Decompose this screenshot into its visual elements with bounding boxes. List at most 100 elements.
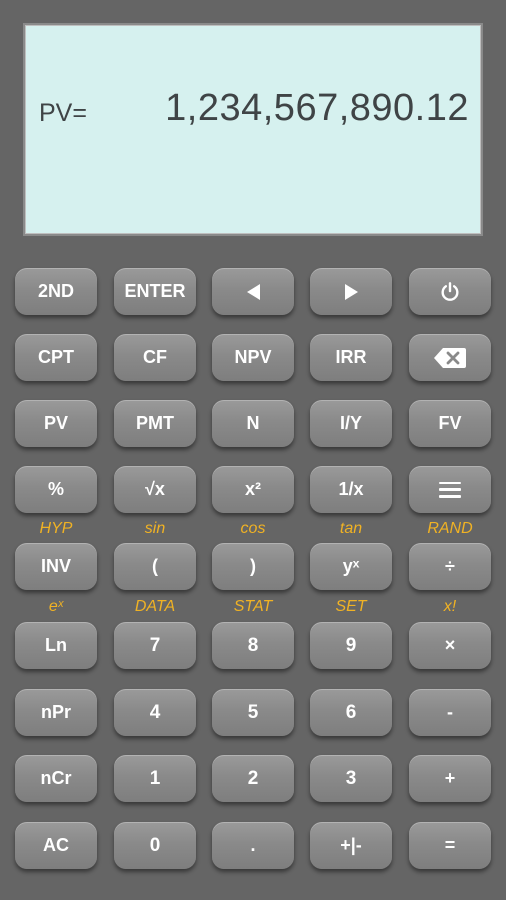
close-paren-key[interactable]: ): [212, 543, 294, 590]
digit-2-key-label: 2: [247, 767, 259, 789]
cf-key-label: CF: [143, 347, 167, 367]
percent-key-label: %: [47, 479, 64, 499]
digit-1-key[interactable]: 1: [114, 755, 196, 802]
digit-1-key-label: 1: [149, 767, 161, 789]
secondary-label-sin: sin: [144, 520, 166, 537]
display-register-label: PV=: [39, 99, 87, 127]
cursor-left-key[interactable]: [212, 268, 294, 315]
enter-key-label: ENTER: [124, 281, 186, 301]
all-clear-key-label: AC: [43, 835, 69, 855]
decimal-point-key[interactable]: .: [212, 822, 294, 869]
pv-key[interactable]: PV: [15, 400, 97, 447]
multiply-key[interactable]: ×: [409, 622, 491, 669]
open-paren-key-label: (: [152, 556, 158, 576]
secondary-label-stat: STAT: [233, 598, 273, 615]
2nd-key[interactable]: 2ND: [15, 268, 97, 315]
add-key-label: +: [444, 768, 456, 788]
digit-5-key[interactable]: 5: [212, 689, 294, 736]
secondary-label-cos: cos: [240, 520, 266, 537]
npv-key[interactable]: NPV: [212, 334, 294, 381]
divide-key-label: ÷: [445, 556, 455, 576]
digit-7-key[interactable]: 7: [114, 622, 196, 669]
power-y-x-key-label: yˣ: [342, 556, 360, 576]
iy-key[interactable]: I/Y: [310, 400, 392, 447]
npr-key[interactable]: nPr: [15, 689, 97, 736]
digit-0-key-label: 0: [149, 834, 161, 856]
inv-key-label: INV: [40, 556, 71, 576]
digit-6-key[interactable]: 6: [310, 689, 392, 736]
sign-toggle-key[interactable]: +|-: [310, 822, 392, 869]
npv-key-label: NPV: [234, 347, 272, 367]
fv-key-label: FV: [438, 413, 462, 433]
fv-key[interactable]: FV: [409, 400, 491, 447]
digit-0-key[interactable]: 0: [114, 822, 196, 869]
close-paren-key-label: ): [250, 556, 256, 576]
cf-key[interactable]: CF: [114, 334, 196, 381]
secondary-label-rand: RAND: [427, 520, 473, 537]
menu-key[interactable]: [409, 466, 491, 513]
square-key[interactable]: x²: [212, 466, 294, 513]
sqrt-key[interactable]: √x: [114, 466, 196, 513]
decimal-point-key-label: .: [250, 835, 256, 855]
power-y-x-key[interactable]: yˣ: [310, 543, 392, 590]
subtract-key-label: -: [447, 702, 453, 722]
cpt-key[interactable]: CPT: [15, 334, 97, 381]
ln-key[interactable]: Ln: [15, 622, 97, 669]
digit-9-key-label: 9: [345, 634, 357, 656]
enter-key[interactable]: ENTER: [114, 268, 196, 315]
calculator-app: PV= 1,234,567,890.12 2ND ENTER CPT CF NP…: [0, 0, 506, 900]
pmt-key-label: PMT: [136, 413, 174, 433]
secondary-label-hyp: HYP: [39, 520, 73, 537]
ln-key-label: Ln: [45, 635, 67, 655]
pmt-key[interactable]: PMT: [114, 400, 196, 447]
divide-key[interactable]: ÷: [409, 543, 491, 590]
secondary-label-set: SET: [335, 598, 367, 615]
calculator-display: PV= 1,234,567,890.12: [23, 23, 483, 236]
display-value: 1,234,567,890.12: [165, 87, 469, 129]
add-key[interactable]: +: [409, 755, 491, 802]
multiply-key-label: ×: [444, 635, 456, 655]
backspace-icon: [434, 347, 466, 368]
equals-key[interactable]: =: [409, 822, 491, 869]
digit-8-key[interactable]: 8: [212, 622, 294, 669]
n-key[interactable]: N: [212, 400, 294, 447]
digit-9-key[interactable]: 9: [310, 622, 392, 669]
sqrt-key-label: √x: [145, 479, 165, 499]
digit-2-key[interactable]: 2: [212, 755, 294, 802]
secondary-label-tan: tan: [339, 520, 363, 537]
cursor-right-key[interactable]: [310, 268, 392, 315]
reciprocal-key[interactable]: 1/x: [310, 466, 392, 513]
irr-key[interactable]: IRR: [310, 334, 392, 381]
open-paren-key[interactable]: (: [114, 543, 196, 590]
digit-3-key-label: 3: [345, 767, 357, 789]
digit-5-key-label: 5: [247, 701, 259, 723]
ncr-key[interactable]: nCr: [15, 755, 97, 802]
digit-4-key[interactable]: 4: [114, 689, 196, 736]
irr-key-label: IRR: [335, 347, 367, 367]
cpt-key-label: CPT: [38, 347, 74, 367]
reciprocal-key-label: 1/x: [338, 479, 364, 499]
menu-icon: [439, 481, 461, 498]
percent-key[interactable]: %: [15, 466, 97, 513]
digit-4-key-label: 4: [149, 701, 161, 723]
2nd-key-label: 2ND: [37, 281, 74, 301]
digit-8-key-label: 8: [247, 634, 259, 656]
power-key[interactable]: [409, 268, 491, 315]
inv-key[interactable]: INV: [15, 543, 97, 590]
power-icon: [441, 281, 459, 301]
iy-key-label: I/Y: [339, 413, 362, 433]
equals-key-label: =: [444, 835, 456, 855]
pv-key-label: PV: [43, 413, 68, 433]
backspace-key[interactable]: [409, 334, 491, 381]
secondary-label-exp: eˣ: [48, 598, 64, 615]
all-clear-key[interactable]: AC: [15, 822, 97, 869]
digit-3-key[interactable]: 3: [310, 755, 392, 802]
secondary-label-data: DATA: [134, 598, 176, 615]
n-key-label: N: [246, 413, 260, 433]
left-arrow-icon: [246, 283, 260, 300]
digit-6-key-label: 6: [345, 701, 357, 723]
right-arrow-icon: [344, 283, 358, 300]
secondary-label-factorial: x!: [443, 598, 457, 615]
npr-key-label: nPr: [40, 702, 71, 722]
subtract-key[interactable]: -: [409, 689, 491, 736]
